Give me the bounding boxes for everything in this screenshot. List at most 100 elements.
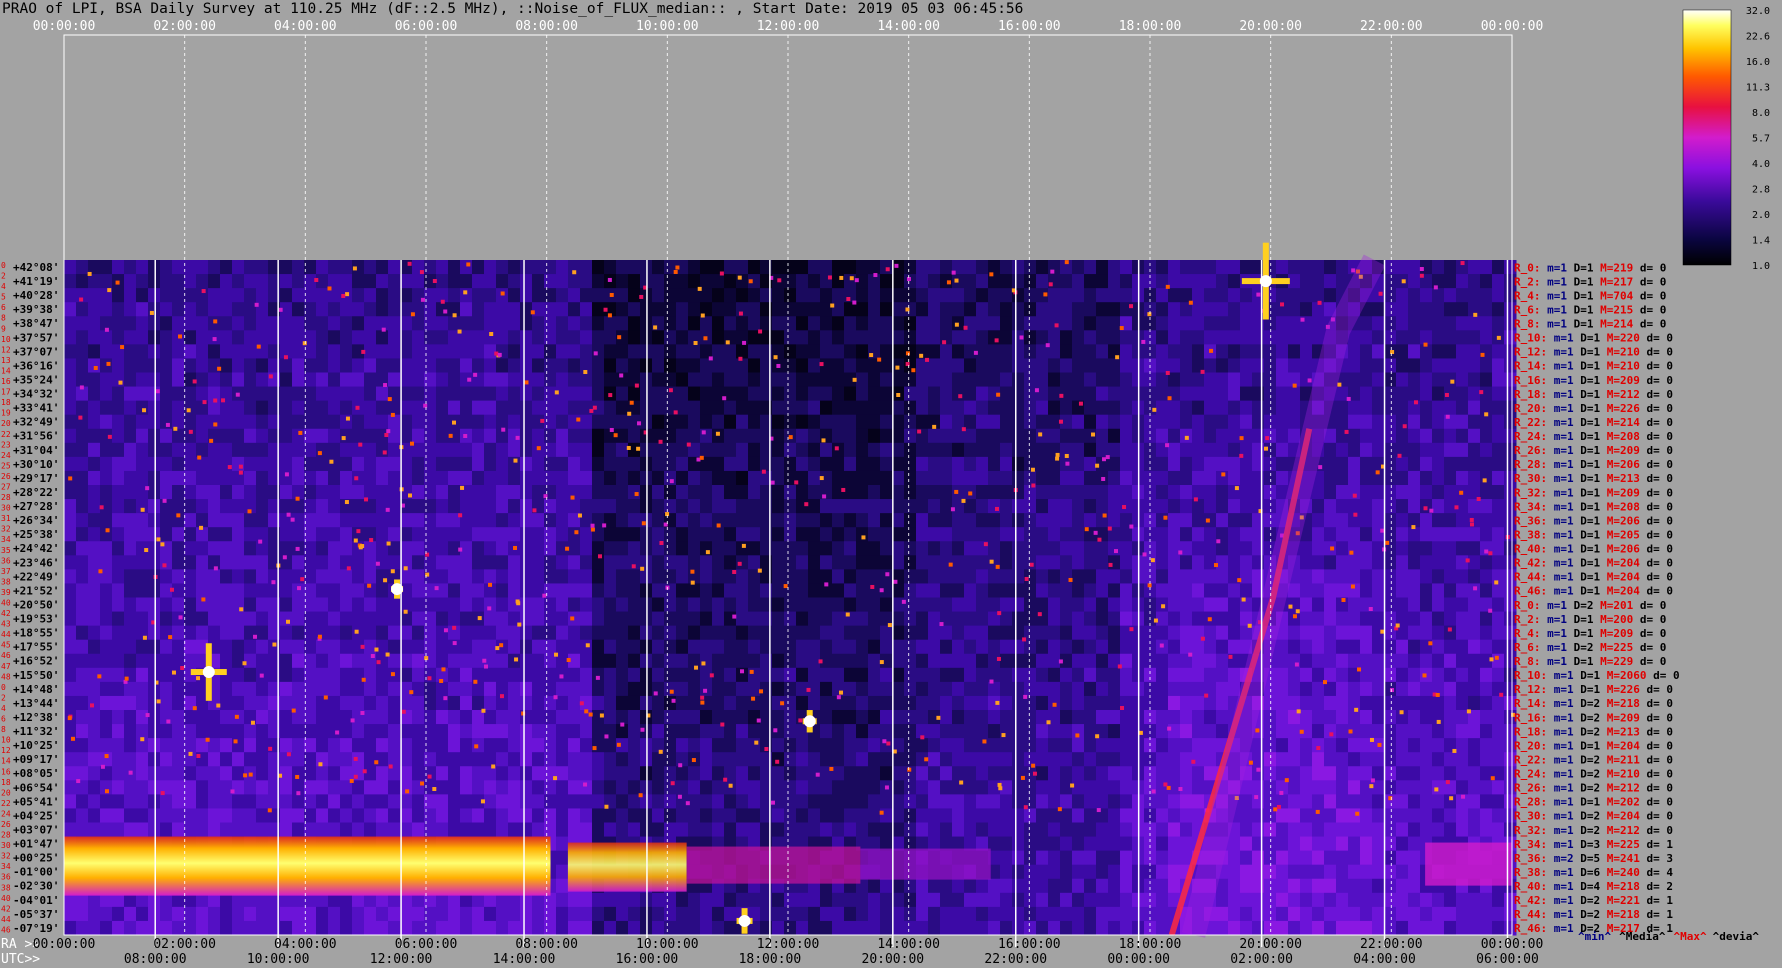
heatmap-cell (244, 344, 257, 359)
heatmap-cell (736, 639, 749, 655)
heatmap-cell (1120, 850, 1133, 866)
heatmap-cell (1120, 836, 1133, 852)
heatmap-cell (412, 583, 425, 598)
heatmap-cell (388, 302, 401, 317)
heatmap-cell (784, 527, 797, 542)
heatmap-cell (1168, 583, 1181, 598)
heatmap-cell (916, 639, 929, 655)
heatmap-cell (964, 358, 977, 373)
heatmap-cell (952, 597, 965, 613)
heatmap-cell (1144, 836, 1157, 852)
heatmap-cell (124, 485, 137, 500)
heatmap-cell (1216, 442, 1229, 458)
heatmap-cell (112, 569, 125, 584)
heatmap-cell (796, 892, 809, 908)
heatmap-cell (196, 499, 209, 514)
heatmap-cell (256, 695, 269, 711)
heatmap-cell (88, 625, 101, 641)
heatmap-cell (352, 808, 365, 823)
heatmap-cell (1048, 414, 1061, 430)
heatmap-cell (772, 822, 785, 838)
heatmap-cell (904, 639, 917, 655)
heatmap-cell (652, 653, 665, 669)
heatmap-cell (184, 330, 197, 345)
heatmap-cell (64, 513, 77, 528)
heatmap-cell (556, 766, 569, 781)
heatmap-cell (820, 513, 833, 528)
heatmap-cell (256, 920, 269, 936)
heatmap-cell (184, 639, 197, 655)
heatmap-cell (472, 822, 485, 838)
heatmap-cell (1108, 920, 1121, 936)
heatmap-cell (796, 485, 809, 500)
heatmap-cell (76, 738, 89, 753)
heatmap-cell (1012, 372, 1025, 388)
heatmap-cell (736, 400, 749, 416)
heatmap-cell (148, 583, 161, 598)
heatmap-cell (1060, 780, 1073, 795)
heatmap-cell (364, 330, 377, 345)
heatmap-cell (820, 892, 833, 908)
heatmap-cell (1060, 541, 1073, 556)
heatmap-cell (1240, 808, 1253, 823)
heatmap-cell (1108, 302, 1121, 317)
heatmap-cell (1108, 878, 1121, 894)
heatmap-cell (88, 920, 101, 936)
heatmap-cell (352, 330, 365, 345)
heatmap-cell (1024, 414, 1037, 430)
heatmap-cell (292, 344, 305, 359)
heatmap-cell (628, 695, 641, 711)
heatmap-cell (772, 583, 785, 598)
heatmap-cell (1252, 920, 1265, 936)
heatmap-cell (1240, 260, 1253, 275)
heatmap-cell (952, 752, 965, 767)
heatmap-cell (532, 428, 545, 444)
heatmap-cell (64, 260, 77, 275)
heatmap-cell (616, 485, 629, 500)
heatmap-cell (1288, 330, 1301, 345)
heatmap-cell (340, 639, 353, 655)
heatmap-cell (508, 695, 521, 711)
heatmap-cell (700, 386, 713, 402)
heatmap-cell (1276, 836, 1289, 852)
heatmap-cell (688, 400, 701, 416)
heatmap-cell (244, 485, 257, 500)
heatmap-cell (244, 569, 257, 584)
heatmap-cell (652, 639, 665, 655)
heatmap-cell (916, 808, 929, 823)
heatmap-cell (1048, 850, 1061, 866)
heatmap-cell (964, 274, 977, 289)
heatmap-cell (1000, 625, 1013, 641)
heatmap-cell (1012, 780, 1025, 795)
heatmap-cell (172, 470, 185, 486)
heatmap-cell (364, 456, 377, 472)
heatmap-cell (1012, 386, 1025, 402)
heatmap-cell (1096, 611, 1109, 627)
heatmap-cell (244, 681, 257, 697)
heatmap-cell (520, 414, 533, 430)
heatmap-cell (1012, 864, 1025, 880)
heatmap-cell (904, 274, 917, 289)
heatmap-cell (124, 611, 137, 627)
heatmap-cell (1036, 794, 1049, 809)
heatmap-cell (1012, 527, 1025, 542)
heatmap-cell (592, 752, 605, 767)
heatmap-cell (484, 555, 497, 570)
heatmap-cell (580, 892, 593, 908)
heatmap-cell (88, 414, 101, 430)
heatmap-cell (136, 442, 149, 458)
heatmap-cell (1072, 667, 1085, 683)
heatmap-cell (1012, 653, 1025, 669)
heatmap-cell (232, 274, 245, 289)
heatmap-cell (1216, 639, 1229, 655)
heatmap-cell (484, 695, 497, 711)
heatmap-cell (880, 752, 893, 767)
heatmap-cell (916, 456, 929, 472)
heatmap-cell (676, 428, 689, 444)
heatmap-cell (484, 302, 497, 317)
heatmap-cell (1000, 906, 1013, 922)
heatmap-cell (772, 653, 785, 669)
heatmap-cell (244, 808, 257, 823)
heatmap-cell (460, 681, 473, 697)
heatmap-cell (340, 822, 353, 838)
